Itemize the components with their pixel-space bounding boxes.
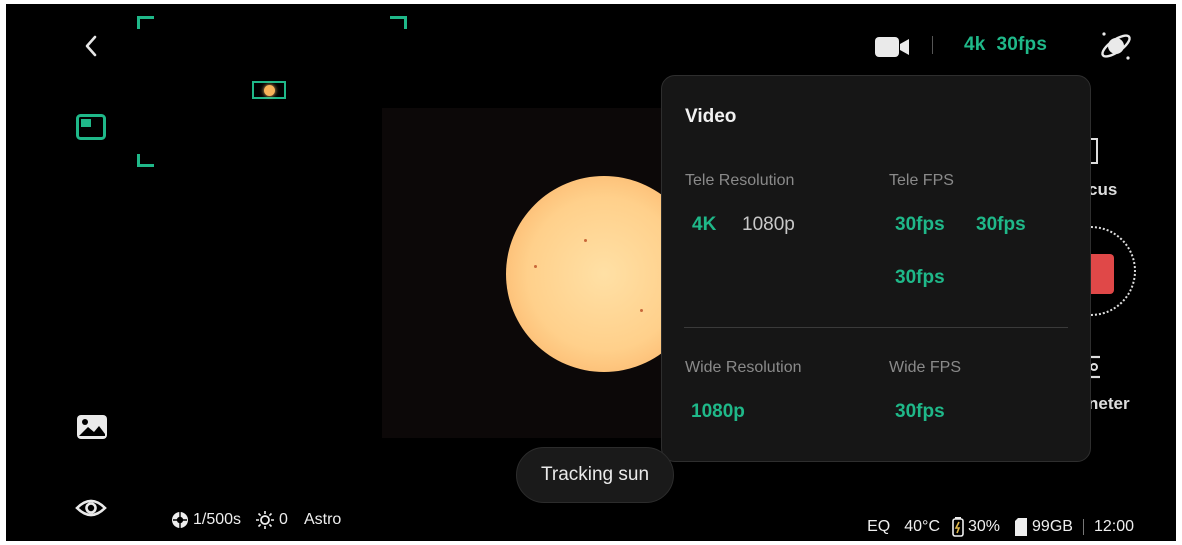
video-camera-icon[interactable] — [874, 36, 910, 58]
tele-fps-label: Tele FPS — [889, 172, 954, 189]
sd-card-icon — [1014, 518, 1028, 536]
storage-free: 99GB — [1032, 518, 1073, 535]
shutter-value: 1/500s — [193, 511, 242, 528]
sunspot — [534, 265, 537, 268]
panel-title: Video — [685, 106, 737, 127]
sunspot — [584, 239, 587, 242]
eye-icon[interactable] — [75, 497, 107, 519]
battery-icon — [952, 517, 964, 537]
wide-resolution-label: Wide Resolution — [685, 359, 802, 376]
video-settings-panel: Video Tele Resolution 4K 1080p Tele FPS … — [661, 75, 1091, 462]
wide-resolution-option[interactable]: 1080p — [691, 401, 745, 423]
tele-resolution-label: Tele Resolution — [685, 172, 795, 189]
planet-icon[interactable] — [1098, 28, 1134, 64]
tracking-toast: Tracking sun — [516, 447, 674, 503]
frame-corner — [137, 154, 154, 167]
tele-fps-option[interactable]: 30fps — [895, 214, 945, 236]
meter-label: neter — [1088, 394, 1130, 413]
frame-corner — [137, 16, 154, 29]
tele-fps-option[interactable]: 30fps — [895, 267, 945, 289]
exposure-status[interactable]: 1/500s 0 Astro — [171, 510, 341, 530]
device-status: EQ 40°C 30% 99GB 12:00 — [867, 517, 1134, 537]
wide-fps-label: Wide FPS — [889, 359, 962, 376]
resolution-summary[interactable]: 4k 30fps — [964, 34, 1047, 56]
panel-divider — [684, 327, 1068, 328]
separator — [1082, 519, 1084, 535]
preview-layout-icon[interactable] — [76, 114, 106, 140]
aperture-icon — [171, 511, 189, 529]
target-marker — [252, 81, 286, 99]
temperature: 40°C — [904, 518, 940, 535]
camera-screen: 4k 30fps cus neter Video Tele Resolution… — [6, 4, 1176, 541]
tele-fps-option[interactable]: 30fps — [976, 214, 1026, 236]
frame-corner — [390, 16, 407, 29]
tele-resolution-option[interactable]: 1080p — [742, 214, 795, 236]
brightness-icon — [255, 510, 275, 530]
gallery-icon[interactable] — [76, 414, 108, 440]
focus-label: cus — [1088, 180, 1118, 199]
separator — [932, 36, 933, 54]
chevron-left-icon[interactable] — [82, 34, 100, 58]
shooting-mode: Astro — [303, 511, 342, 528]
tele-resolution-option[interactable]: 4K — [692, 214, 716, 236]
sunspot — [640, 309, 643, 312]
exposure-value: 0 — [279, 511, 288, 528]
mount-mode: EQ — [867, 518, 891, 535]
clock: 12:00 — [1093, 518, 1134, 535]
wide-fps-option[interactable]: 30fps — [895, 401, 945, 423]
battery-level: 30% — [968, 518, 1001, 535]
